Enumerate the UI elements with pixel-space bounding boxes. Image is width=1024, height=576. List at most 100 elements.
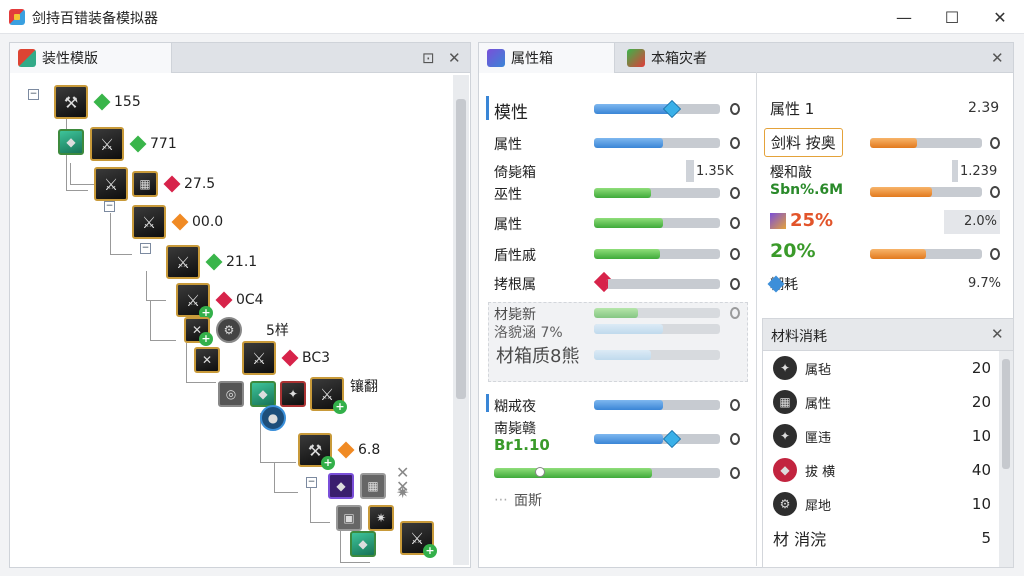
stat-label: 25% — [790, 210, 834, 231]
attr-bar[interactable] — [494, 468, 720, 478]
reset-icon[interactable] — [730, 187, 740, 199]
reset-icon[interactable] — [730, 467, 740, 479]
pin-button[interactable]: ⊡ — [422, 49, 435, 67]
attr-bar-fill — [606, 279, 609, 289]
attr-bar[interactable] — [594, 400, 720, 410]
tree-node[interactable]: ⚒ + 6.8 — [298, 433, 380, 470]
material-header: 材料消耗 ✕ — [763, 319, 1013, 351]
tree-node[interactable]: ⚔ 771 — [90, 127, 177, 161]
tree-expander[interactable]: − — [140, 243, 151, 254]
node-value: 771 — [150, 136, 177, 152]
attr-bar-fill — [594, 350, 651, 360]
tree-node[interactable]: ✕ + ⚙ 5样 — [184, 317, 289, 346]
reset-icon[interactable] — [990, 248, 1000, 260]
reset-icon[interactable] — [990, 186, 1000, 198]
active-marker — [486, 96, 489, 120]
reset-icon[interactable] — [730, 433, 740, 445]
tree-node[interactable]: ⚔ 21.1 — [166, 245, 257, 279]
material-row[interactable]: ⚙ 犀地 10 — [763, 487, 999, 521]
node-value: 0C4 — [236, 292, 264, 308]
mid-panel-close-button[interactable]: ✕ — [991, 49, 1004, 67]
sword-icon: ⚔ — [94, 167, 128, 201]
attr-label: 拷根属 — [494, 277, 536, 293]
add-icon[interactable]: + — [333, 400, 347, 414]
reset-icon[interactable] — [990, 137, 1000, 149]
attr-bar[interactable] — [594, 249, 720, 259]
attr-bar-fill — [594, 249, 660, 259]
add-icon[interactable]: + — [321, 456, 335, 470]
material-list: ✦ 属毡 20 ▦ 属性 20 ✦ 匰违 10 ◆ 拔 横 40 ⚙ 犀地 10… — [763, 351, 999, 567]
tab-attributes[interactable]: 属性箱 — [479, 43, 615, 73]
attr-bar[interactable] — [594, 188, 720, 198]
attr-bar[interactable] — [594, 104, 720, 114]
stat-bar[interactable] — [870, 249, 982, 259]
attr-bar[interactable] — [594, 218, 720, 228]
tree-node[interactable]: ⚔ BC3 — [242, 341, 330, 375]
stat-label-highlight[interactable]: 剑料 按奥 — [764, 128, 843, 157]
tree-node[interactable]: ◎ ◆ ✦ ⚔ + 镶翻 — [218, 377, 378, 414]
tree-expander[interactable]: − — [306, 477, 317, 488]
stat-bar-fill — [870, 187, 932, 197]
left-scrollbar[interactable] — [453, 75, 469, 565]
window-title: 剑持百错装备模拟器 — [32, 11, 158, 27]
tree-node[interactable]: ⚔ + — [400, 521, 437, 558]
tree-node[interactable]: ⚔ 00.0 — [132, 205, 223, 239]
tree-expander[interactable]: − — [28, 89, 39, 100]
add-icon[interactable]: + — [423, 544, 437, 558]
tab-attributes-label: 属性箱 — [511, 51, 553, 67]
slider-knob[interactable] — [535, 467, 545, 477]
reset-icon[interactable] — [730, 399, 740, 411]
reset-icon[interactable] — [730, 248, 740, 260]
left-panel-close-button[interactable]: ✕ — [448, 49, 461, 67]
tab-template[interactable]: 装性模版 — [10, 43, 172, 73]
crossed-swords-icon: ✕ + — [184, 317, 213, 346]
attr-bar[interactable] — [594, 138, 720, 148]
tree-expander[interactable]: − — [104, 201, 115, 212]
claw-icon: ✦ — [280, 381, 306, 407]
reset-icon[interactable] — [730, 278, 740, 290]
reset-icon[interactable] — [730, 217, 740, 229]
tree-node[interactable]: ▣ ✷ — [336, 505, 394, 531]
material-scroll-thumb[interactable] — [1002, 359, 1010, 469]
tree-node[interactable]: ⚔ + 0C4 — [176, 283, 264, 320]
reset-icon[interactable] — [730, 103, 740, 115]
material-row[interactable]: 材 消浣 5 — [763, 521, 999, 555]
claw-icon: ✦ — [773, 356, 797, 380]
red-gem-icon: ◆ — [773, 458, 797, 482]
reset-icon[interactable] — [730, 137, 740, 149]
attr-bar[interactable] — [594, 324, 720, 334]
material-title: 材料消耗 — [771, 329, 827, 345]
attr-bar-fill — [594, 138, 664, 148]
minimize-button[interactable]: — — [880, 0, 928, 34]
spark-icon: ✷ — [368, 505, 394, 531]
tree-connector — [146, 271, 166, 301]
attr-bar[interactable] — [594, 434, 720, 444]
material-close-button[interactable]: ✕ — [991, 325, 1004, 343]
stat-bar[interactable] — [870, 187, 982, 197]
attr-label: 洛貌涵 7% — [494, 325, 563, 341]
tab-compare[interactable]: 本箱灾者 — [619, 43, 749, 73]
maximize-button[interactable]: ☐ — [928, 0, 976, 34]
add-icon[interactable]: + — [199, 332, 213, 346]
attr-bar[interactable] — [606, 279, 720, 289]
attr-label: 盾性戚 — [494, 248, 536, 264]
tree-node[interactable]: ⚒ 155 — [54, 85, 141, 119]
node-value: 00.0 — [192, 214, 224, 230]
attr-bar[interactable] — [594, 350, 720, 360]
attr-label: 糊戒夜 — [494, 399, 536, 415]
tree-node[interactable]: ⚔ ▦ 27.5 — [94, 167, 215, 201]
stat-bar[interactable] — [870, 138, 982, 148]
reset-icon[interactable] — [730, 307, 740, 319]
material-row[interactable]: ✦ 属毡 20 — [763, 351, 999, 385]
sword-icon: ⚔ — [132, 205, 166, 239]
attr-bar[interactable] — [594, 308, 720, 318]
weapon-icon: ⚔ — [90, 127, 124, 161]
close-button[interactable]: ✕ — [976, 0, 1024, 34]
material-scrollbar[interactable] — [999, 351, 1013, 567]
material-row[interactable]: ▦ 属性 20 — [763, 385, 999, 419]
material-row[interactable]: ✦ 匰违 10 — [763, 419, 999, 453]
material-row[interactable]: ◆ 拔 横 40 — [763, 453, 999, 487]
stat-label: 樱和敲 — [770, 165, 812, 181]
left-scroll-thumb[interactable] — [456, 99, 466, 399]
red-gem-icon — [163, 175, 181, 193]
